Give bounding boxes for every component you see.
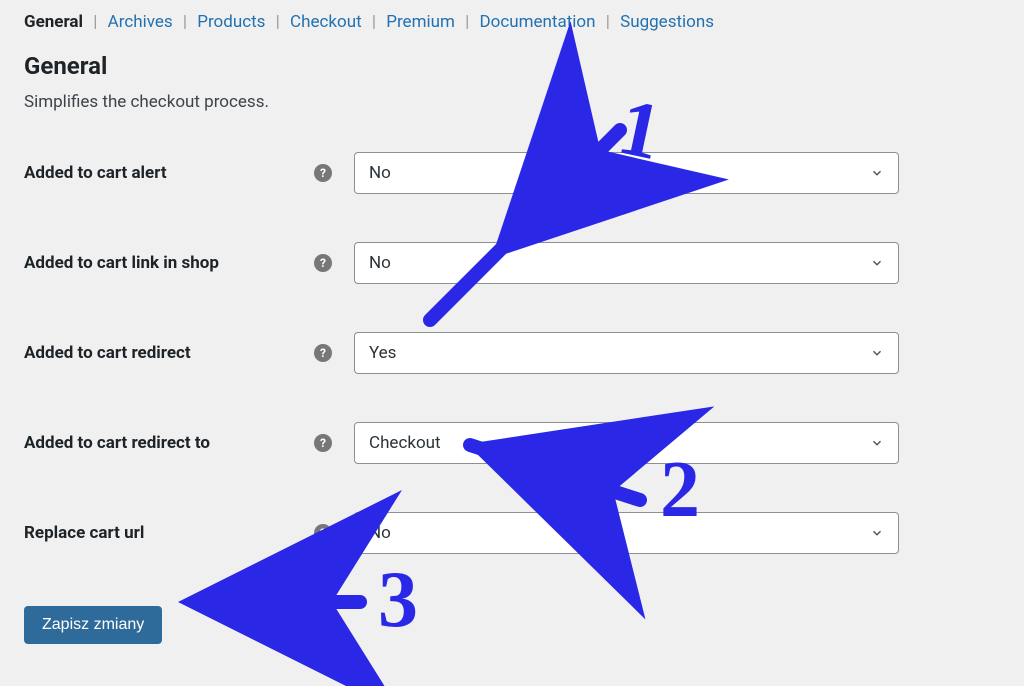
- tab-archives[interactable]: Archives: [108, 12, 173, 32]
- field-row-replace-cart-url: Replace cart url ? No: [24, 512, 1000, 554]
- tab-separator: |: [183, 12, 187, 32]
- field-row-added-to-cart-alert: Added to cart alert ? No: [24, 152, 1000, 194]
- tab-separator: |: [465, 12, 469, 32]
- tab-separator: |: [276, 12, 280, 32]
- tab-documentation[interactable]: Documentation: [480, 12, 596, 32]
- select-added-to-cart-redirect-to[interactable]: Checkout: [354, 422, 899, 464]
- field-row-added-to-cart-redirect: Added to cart redirect ? Yes: [24, 332, 1000, 374]
- chevron-down-icon: [870, 166, 884, 180]
- tab-bar: General | Archives | Products | Checkout…: [24, 8, 1000, 52]
- select-replace-cart-url[interactable]: No: [354, 512, 899, 554]
- field-label: Added to cart alert: [24, 163, 314, 183]
- field-label: Added to cart redirect to: [24, 433, 314, 453]
- tab-premium[interactable]: Premium: [386, 12, 455, 32]
- help-icon[interactable]: ?: [314, 434, 332, 452]
- select-value: Checkout: [369, 433, 441, 453]
- field-row-added-to-cart-link: Added to cart link in shop ? No: [24, 242, 1000, 284]
- tab-products[interactable]: Products: [197, 12, 265, 32]
- annotation-number-2: 2: [660, 450, 700, 530]
- tab-separator: |: [93, 12, 97, 32]
- select-value: No: [369, 523, 391, 543]
- chevron-down-icon: [870, 256, 884, 270]
- select-added-to-cart-redirect[interactable]: Yes: [354, 332, 899, 374]
- chevron-down-icon: [870, 526, 884, 540]
- field-row-added-to-cart-redirect-to: Added to cart redirect to ? Checkout: [24, 422, 1000, 464]
- chevron-down-icon: [870, 436, 884, 450]
- chevron-down-icon: [870, 346, 884, 360]
- field-label: Added to cart link in shop: [24, 253, 314, 273]
- section-description: Simplifies the checkout process.: [24, 92, 1000, 112]
- tab-separator: |: [606, 12, 610, 32]
- select-value: No: [369, 163, 391, 183]
- help-icon[interactable]: ?: [314, 164, 332, 182]
- field-label: Replace cart url: [24, 523, 314, 543]
- tab-suggestions[interactable]: Suggestions: [620, 12, 714, 32]
- field-label: Added to cart redirect: [24, 343, 314, 363]
- help-icon[interactable]: ?: [314, 254, 332, 272]
- select-value: No: [369, 253, 391, 273]
- help-icon[interactable]: ?: [314, 344, 332, 362]
- tab-separator: |: [372, 12, 376, 32]
- select-value: Yes: [369, 343, 396, 363]
- tab-checkout[interactable]: Checkout: [290, 12, 362, 32]
- section-title: General: [24, 52, 1000, 80]
- tab-general[interactable]: General: [24, 12, 83, 32]
- help-icon[interactable]: ?: [314, 524, 332, 542]
- annotation-number-3: 3: [378, 560, 418, 640]
- select-added-to-cart-link[interactable]: No: [354, 242, 899, 284]
- save-button[interactable]: Zapisz zmiany: [24, 606, 162, 644]
